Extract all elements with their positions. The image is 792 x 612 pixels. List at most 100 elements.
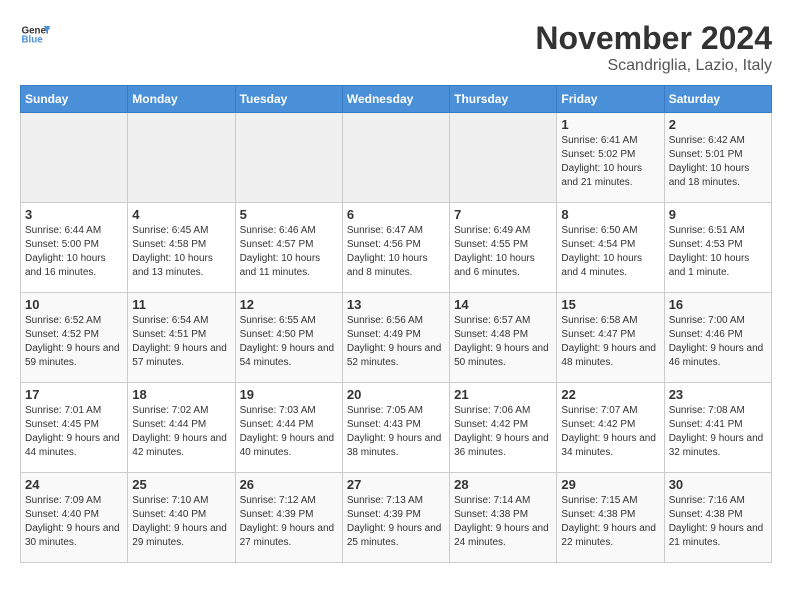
table-row: 22 Sunrise: 7:07 AMSunset: 4:42 PMDayligh… <box>557 383 664 473</box>
calendar-header: Sunday Monday Tuesday Wednesday Thursday… <box>21 86 772 113</box>
day-number: 6 <box>347 207 445 222</box>
day-content: Sunrise: 6:58 AMSunset: 4:47 PMDaylight:… <box>561 314 659 370</box>
day-content: Sunrise: 7:15 AMSunset: 4:38 PMDaylight:… <box>561 494 659 550</box>
day-content: Sunrise: 7:09 AMSunset: 4:40 PMDaylight:… <box>25 494 123 550</box>
day-content: Sunrise: 6:41 AMSunset: 5:02 PMDaylight:… <box>561 134 659 190</box>
day-number: 19 <box>240 387 338 402</box>
table-row: 1 Sunrise: 6:41 AMSunset: 5:02 PMDaylight… <box>557 113 664 203</box>
day-content: Sunrise: 6:56 AMSunset: 4:49 PMDaylight:… <box>347 314 445 370</box>
day-content: Sunrise: 7:12 AMSunset: 4:39 PMDaylight:… <box>240 494 338 550</box>
day-number: 17 <box>25 387 123 402</box>
table-row <box>342 113 449 203</box>
day-number: 2 <box>669 117 767 132</box>
table-row: 29 Sunrise: 7:15 AMSunset: 4:38 PMDayligh… <box>557 473 664 563</box>
table-row: 2 Sunrise: 6:42 AMSunset: 5:01 PMDaylight… <box>664 113 771 203</box>
day-content: Sunrise: 7:05 AMSunset: 4:43 PMDaylight:… <box>347 404 445 460</box>
header-sunday: Sunday <box>21 86 128 113</box>
day-number: 16 <box>669 297 767 312</box>
header-tuesday: Tuesday <box>235 86 342 113</box>
header-monday: Monday <box>128 86 235 113</box>
calendar-body: 1 Sunrise: 6:41 AMSunset: 5:02 PMDaylight… <box>21 113 772 563</box>
day-content: Sunrise: 6:45 AMSunset: 4:58 PMDaylight:… <box>132 224 230 280</box>
day-number: 9 <box>669 207 767 222</box>
location: Scandriglia, Lazio, Italy <box>535 57 772 75</box>
day-number: 23 <box>669 387 767 402</box>
day-content: Sunrise: 6:57 AMSunset: 4:48 PMDaylight:… <box>454 314 552 370</box>
day-number: 27 <box>347 477 445 492</box>
day-content: Sunrise: 6:54 AMSunset: 4:51 PMDaylight:… <box>132 314 230 370</box>
header-wednesday: Wednesday <box>342 86 449 113</box>
table-row <box>21 113 128 203</box>
header-friday: Friday <box>557 86 664 113</box>
day-content: Sunrise: 7:06 AMSunset: 4:42 PMDaylight:… <box>454 404 552 460</box>
day-content: Sunrise: 6:51 AMSunset: 4:53 PMDaylight:… <box>669 224 767 280</box>
day-content: Sunrise: 6:52 AMSunset: 4:52 PMDaylight:… <box>25 314 123 370</box>
day-number: 1 <box>561 117 659 132</box>
table-row: 6 Sunrise: 6:47 AMSunset: 4:56 PMDaylight… <box>342 203 449 293</box>
day-number: 30 <box>669 477 767 492</box>
svg-text:Blue: Blue <box>22 35 44 46</box>
day-number: 11 <box>132 297 230 312</box>
logo-icon: General Blue <box>20 20 50 50</box>
day-content: Sunrise: 7:07 AMSunset: 4:42 PMDaylight:… <box>561 404 659 460</box>
day-content: Sunrise: 7:10 AMSunset: 4:40 PMDaylight:… <box>132 494 230 550</box>
day-number: 18 <box>132 387 230 402</box>
day-content: Sunrise: 7:16 AMSunset: 4:38 PMDaylight:… <box>669 494 767 550</box>
table-row: 28 Sunrise: 7:14 AMSunset: 4:38 PMDayligh… <box>450 473 557 563</box>
day-content: Sunrise: 7:13 AMSunset: 4:39 PMDaylight:… <box>347 494 445 550</box>
day-number: 3 <box>25 207 123 222</box>
day-number: 5 <box>240 207 338 222</box>
table-row: 3 Sunrise: 6:44 AMSunset: 5:00 PMDaylight… <box>21 203 128 293</box>
day-number: 22 <box>561 387 659 402</box>
day-number: 4 <box>132 207 230 222</box>
day-number: 7 <box>454 207 552 222</box>
day-number: 26 <box>240 477 338 492</box>
day-content: Sunrise: 7:00 AMSunset: 4:46 PMDaylight:… <box>669 314 767 370</box>
day-number: 13 <box>347 297 445 312</box>
table-row: 21 Sunrise: 7:06 AMSunset: 4:42 PMDayligh… <box>450 383 557 473</box>
title-area: November 2024 Scandriglia, Lazio, Italy <box>535 20 772 75</box>
day-content: Sunrise: 7:08 AMSunset: 4:41 PMDaylight:… <box>669 404 767 460</box>
day-content: Sunrise: 6:47 AMSunset: 4:56 PMDaylight:… <box>347 224 445 280</box>
table-row: 12 Sunrise: 6:55 AMSunset: 4:50 PMDayligh… <box>235 293 342 383</box>
day-content: Sunrise: 6:50 AMSunset: 4:54 PMDaylight:… <box>561 224 659 280</box>
header-saturday: Saturday <box>664 86 771 113</box>
month-title: November 2024 <box>535 20 772 57</box>
table-row: 17 Sunrise: 7:01 AMSunset: 4:45 PMDayligh… <box>21 383 128 473</box>
day-number: 10 <box>25 297 123 312</box>
day-number: 25 <box>132 477 230 492</box>
table-row: 4 Sunrise: 6:45 AMSunset: 4:58 PMDaylight… <box>128 203 235 293</box>
logo: General Blue <box>20 20 50 50</box>
day-number: 15 <box>561 297 659 312</box>
day-content: Sunrise: 6:44 AMSunset: 5:00 PMDaylight:… <box>25 224 123 280</box>
day-number: 28 <box>454 477 552 492</box>
header-thursday: Thursday <box>450 86 557 113</box>
table-row: 26 Sunrise: 7:12 AMSunset: 4:39 PMDayligh… <box>235 473 342 563</box>
day-content: Sunrise: 6:49 AMSunset: 4:55 PMDaylight:… <box>454 224 552 280</box>
table-row: 24 Sunrise: 7:09 AMSunset: 4:40 PMDayligh… <box>21 473 128 563</box>
table-row: 27 Sunrise: 7:13 AMSunset: 4:39 PMDayligh… <box>342 473 449 563</box>
day-number: 29 <box>561 477 659 492</box>
day-content: Sunrise: 6:55 AMSunset: 4:50 PMDaylight:… <box>240 314 338 370</box>
day-number: 21 <box>454 387 552 402</box>
table-row: 23 Sunrise: 7:08 AMSunset: 4:41 PMDayligh… <box>664 383 771 473</box>
table-row: 10 Sunrise: 6:52 AMSunset: 4:52 PMDayligh… <box>21 293 128 383</box>
day-content: Sunrise: 7:14 AMSunset: 4:38 PMDaylight:… <box>454 494 552 550</box>
table-row <box>450 113 557 203</box>
day-content: Sunrise: 6:42 AMSunset: 5:01 PMDaylight:… <box>669 134 767 190</box>
day-number: 12 <box>240 297 338 312</box>
page-header: General Blue November 2024 Scandriglia, … <box>20 20 772 75</box>
table-row: 14 Sunrise: 6:57 AMSunset: 4:48 PMDayligh… <box>450 293 557 383</box>
table-row: 9 Sunrise: 6:51 AMSunset: 4:53 PMDaylight… <box>664 203 771 293</box>
day-content: Sunrise: 6:46 AMSunset: 4:57 PMDaylight:… <box>240 224 338 280</box>
day-number: 14 <box>454 297 552 312</box>
table-row: 11 Sunrise: 6:54 AMSunset: 4:51 PMDayligh… <box>128 293 235 383</box>
table-row: 13 Sunrise: 6:56 AMSunset: 4:49 PMDayligh… <box>342 293 449 383</box>
table-row: 25 Sunrise: 7:10 AMSunset: 4:40 PMDayligh… <box>128 473 235 563</box>
table-row: 30 Sunrise: 7:16 AMSunset: 4:38 PMDayligh… <box>664 473 771 563</box>
day-content: Sunrise: 7:01 AMSunset: 4:45 PMDaylight:… <box>25 404 123 460</box>
day-content: Sunrise: 7:03 AMSunset: 4:44 PMDaylight:… <box>240 404 338 460</box>
table-row: 7 Sunrise: 6:49 AMSunset: 4:55 PMDaylight… <box>450 203 557 293</box>
table-row: 5 Sunrise: 6:46 AMSunset: 4:57 PMDaylight… <box>235 203 342 293</box>
day-number: 24 <box>25 477 123 492</box>
